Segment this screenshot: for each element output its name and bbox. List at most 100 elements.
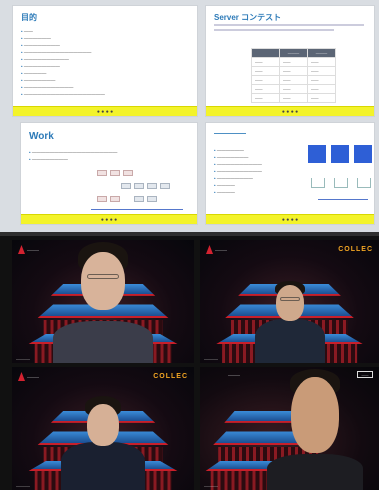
bullet-item: ——————— — [21, 77, 105, 84]
table-cell: —— — [279, 57, 308, 67]
diagram-node — [97, 170, 107, 176]
table-header-cell: ——— — [279, 48, 308, 58]
table-cell: —— — [251, 93, 280, 103]
diagram-node — [147, 183, 157, 189]
participant — [266, 367, 363, 490]
table-row: —— —— —— — [251, 57, 336, 67]
flame-logo-icon — [18, 245, 25, 254]
bullet-item: ——————— — [214, 154, 262, 161]
table-row: —— —— —— — [251, 84, 336, 94]
bullet-item: —————————— — [214, 168, 262, 175]
slides-panel: 目的 —— —————— ———————— ——————————————— ——… — [0, 0, 379, 232]
table-row: —— —— —— — [251, 93, 336, 103]
participant-name: ———— — [204, 484, 218, 488]
bracket-shape — [311, 178, 325, 188]
slide-title: Work — [29, 131, 54, 142]
table-cell: —— — [251, 84, 280, 94]
diagram-node — [123, 170, 133, 176]
diagram-node — [134, 196, 144, 202]
bullet-item: ——————————— — [21, 84, 105, 91]
participant-face — [275, 285, 304, 321]
table-cell: —— — [251, 66, 280, 76]
bullet-item: —————— — [21, 35, 105, 42]
slide-footer: ● ● ● ● — [206, 106, 374, 116]
bullet-item: ———— — [214, 189, 262, 196]
bullet-item: —————————— — [21, 56, 105, 63]
diagram-node — [110, 196, 120, 202]
brand-wordmark: COLLEC — [153, 373, 188, 380]
participant-face — [81, 252, 125, 310]
table-row: —— —— —— — [251, 66, 336, 76]
slide-title: ———— — [214, 129, 246, 138]
participant — [61, 380, 145, 490]
slide-1[interactable]: 目的 —— —————— ———————— ——————————————— ——… — [12, 5, 198, 117]
slide-subtitle-line — [214, 24, 364, 26]
slide-3[interactable]: Work ——————————————————— ———————— ● ● ● … — [20, 122, 198, 225]
blue-block — [331, 145, 349, 163]
table-cell: —— — [307, 84, 336, 94]
participant-body — [53, 321, 153, 363]
video-tile-3[interactable]: ——— COLLEC ———— — [12, 367, 194, 490]
channel-logo: ——— — [206, 245, 227, 254]
channel-logo: ——— — [18, 372, 39, 381]
participant-face — [290, 377, 339, 453]
bullet-item: ——————————————————— — [29, 149, 118, 156]
slide-subtitle-line — [214, 29, 334, 31]
table-cell: —— — [307, 66, 336, 76]
link-underline[interactable] — [318, 199, 368, 200]
bracket-shape — [334, 178, 348, 188]
slide-title: 目的 — [21, 13, 37, 22]
table-cell: —— — [307, 93, 336, 103]
bullet-item: ———— — [214, 182, 262, 189]
participant-body — [266, 454, 363, 490]
brand-wordmark: COLLEC — [338, 246, 373, 253]
channel-logo: ——— — [18, 245, 39, 254]
diagram-node — [147, 196, 157, 202]
participant — [254, 263, 325, 363]
participant-body — [254, 319, 325, 363]
diagram-node — [160, 183, 170, 189]
table-cell: —— — [307, 57, 336, 67]
results-table: ——— ——— —— —— —— —— —— —— —— —— —— —— —— — [251, 48, 336, 103]
table-header-row: ——— ——— — [251, 48, 336, 58]
bullet-item: ———————— — [214, 175, 262, 182]
video-tile-1[interactable]: ——— ———— — [12, 240, 194, 363]
bullet-item: ——————————————— — [21, 49, 105, 56]
bullet-item: ————— — [21, 70, 105, 77]
flame-logo-icon — [18, 372, 25, 381]
slide-4[interactable]: ———— —————— ——————— —————————— —————————… — [205, 122, 375, 225]
video-grid: ——— ———— ——— COLLEC ———— ——— COLLEC ————… — [0, 236, 379, 490]
bullet-item: —————————————————— — [21, 91, 105, 98]
table-cell: —— — [279, 66, 308, 76]
diagram-node — [121, 183, 131, 189]
slide-bullets: —————— ——————— —————————— —————————— ———… — [214, 147, 262, 196]
participant-body — [61, 442, 145, 490]
slide-footer: ● ● ● ● — [13, 106, 197, 116]
bullet-item: ———————— — [29, 156, 117, 163]
slide-title: Server コンテスト — [214, 13, 282, 22]
glasses-icon — [279, 297, 300, 301]
table-cell: —— — [279, 75, 308, 85]
participant-name: ———— — [16, 357, 30, 361]
bullet-item: ———————— — [21, 42, 105, 49]
slide-2[interactable]: Server コンテスト ——— ——— —— —— —— —— —— —— —… — [205, 5, 375, 117]
bullet-item: —— — [21, 28, 105, 35]
slide-footer: ● ● ● ● — [206, 214, 374, 224]
table-cell: —— — [279, 93, 308, 103]
table-cell: —— — [251, 57, 280, 67]
table-cell: —— — [279, 84, 308, 94]
video-tile-2[interactable]: ——— COLLEC ———— — [200, 240, 379, 363]
slide-bullets: ——————————————————— ———————— — [29, 149, 118, 163]
bracket-shape — [357, 178, 371, 188]
video-tile-4[interactable]: ——— —— ———— — [200, 367, 379, 490]
bullet-item: ———————— — [21, 63, 105, 70]
link-underline[interactable] — [91, 209, 183, 210]
diagram-node — [97, 196, 107, 202]
table-cell: —— — [307, 75, 336, 85]
slide-footer: ● ● ● ● — [21, 214, 197, 224]
participant-name: ———— — [204, 357, 218, 361]
diagram-node — [134, 183, 144, 189]
glasses-icon — [87, 274, 119, 279]
diagram-node — [110, 170, 120, 176]
table-row: —— —— —— — [251, 75, 336, 85]
